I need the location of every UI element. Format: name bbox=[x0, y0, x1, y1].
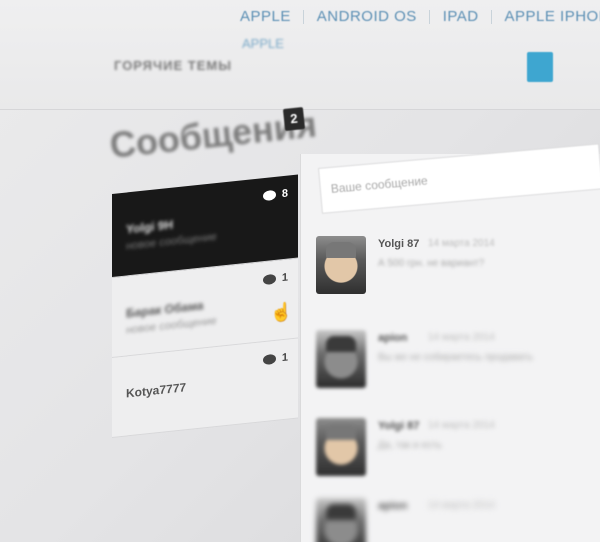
nav-link-ipad[interactable]: IPAD bbox=[443, 8, 479, 25]
nav-link-apple[interactable]: APPLE bbox=[240, 8, 291, 25]
speech-bubble-icon bbox=[263, 189, 276, 202]
hat-shape bbox=[326, 504, 356, 520]
conversation-name: Kotya7777 bbox=[126, 380, 187, 401]
message-author[interactable]: Yolgi 87 bbox=[378, 420, 419, 432]
hot-topics-label: ГОРЯЧИЕ ТЕМЫ bbox=[114, 58, 232, 73]
conversation-name: Yolgi 9H bbox=[126, 217, 174, 237]
avatar[interactable] bbox=[316, 330, 366, 388]
message-author[interactable]: apion bbox=[378, 500, 407, 512]
nav-divider bbox=[303, 9, 305, 24]
message-count: 8 bbox=[281, 187, 288, 201]
speech-bubble-icon bbox=[263, 353, 276, 366]
category-nav: APPLE ANDROID OS IPAD APPLE IPHONE bbox=[240, 8, 600, 26]
message-author[interactable]: apion bbox=[378, 332, 407, 344]
nav-divider bbox=[429, 9, 431, 24]
speech-bubble-icon bbox=[263, 273, 276, 286]
message-date: 14 марта 2014 bbox=[428, 332, 495, 343]
message-item: apion 14 марта 2014 bbox=[316, 498, 495, 542]
message-item: Yolgi 87 14 марта 2014 Да, так и есть bbox=[316, 418, 495, 476]
new-message-button[interactable] bbox=[527, 52, 553, 82]
hot-topic-tag[interactable]: APPLE bbox=[242, 36, 284, 51]
message-count: 1 bbox=[281, 351, 288, 365]
message-text: Да, так и есть bbox=[378, 440, 442, 451]
message-date: 14 марта 2014 bbox=[428, 500, 495, 511]
hat-shape bbox=[326, 424, 356, 440]
nav-divider bbox=[491, 9, 493, 24]
avatar[interactable] bbox=[316, 498, 366, 542]
avatar[interactable] bbox=[316, 418, 366, 476]
message-count: 1 bbox=[281, 271, 288, 285]
message-item: Yolgi 87 14 марта 2014 А 500 грн. не вар… bbox=[316, 236, 495, 294]
message-date: 14 марта 2014 bbox=[428, 420, 495, 431]
hat-shape bbox=[326, 336, 356, 352]
message-text: А 500 грн. не вариант? bbox=[378, 258, 485, 269]
nav-link-android[interactable]: ANDROID OS bbox=[317, 8, 417, 25]
nav-link-iphone[interactable]: APPLE IPHONE bbox=[505, 8, 600, 25]
hat-shape bbox=[326, 242, 356, 258]
unread-count-badge: 2 bbox=[282, 107, 306, 131]
hand-cursor-icon: ☝ bbox=[270, 302, 293, 322]
avatar[interactable] bbox=[316, 236, 366, 294]
message-author[interactable]: Yolgi 87 bbox=[378, 238, 419, 250]
message-item: apion 14 марта 2014 Вы же не собираетесь… bbox=[316, 330, 533, 388]
message-text: Вы же не собираетесь продавать bbox=[378, 352, 533, 363]
app-window: APPLE ANDROID OS IPAD APPLE IPHONE ГОРЯЧ… bbox=[0, 0, 600, 542]
message-date: 14 марта 2014 bbox=[428, 238, 495, 249]
